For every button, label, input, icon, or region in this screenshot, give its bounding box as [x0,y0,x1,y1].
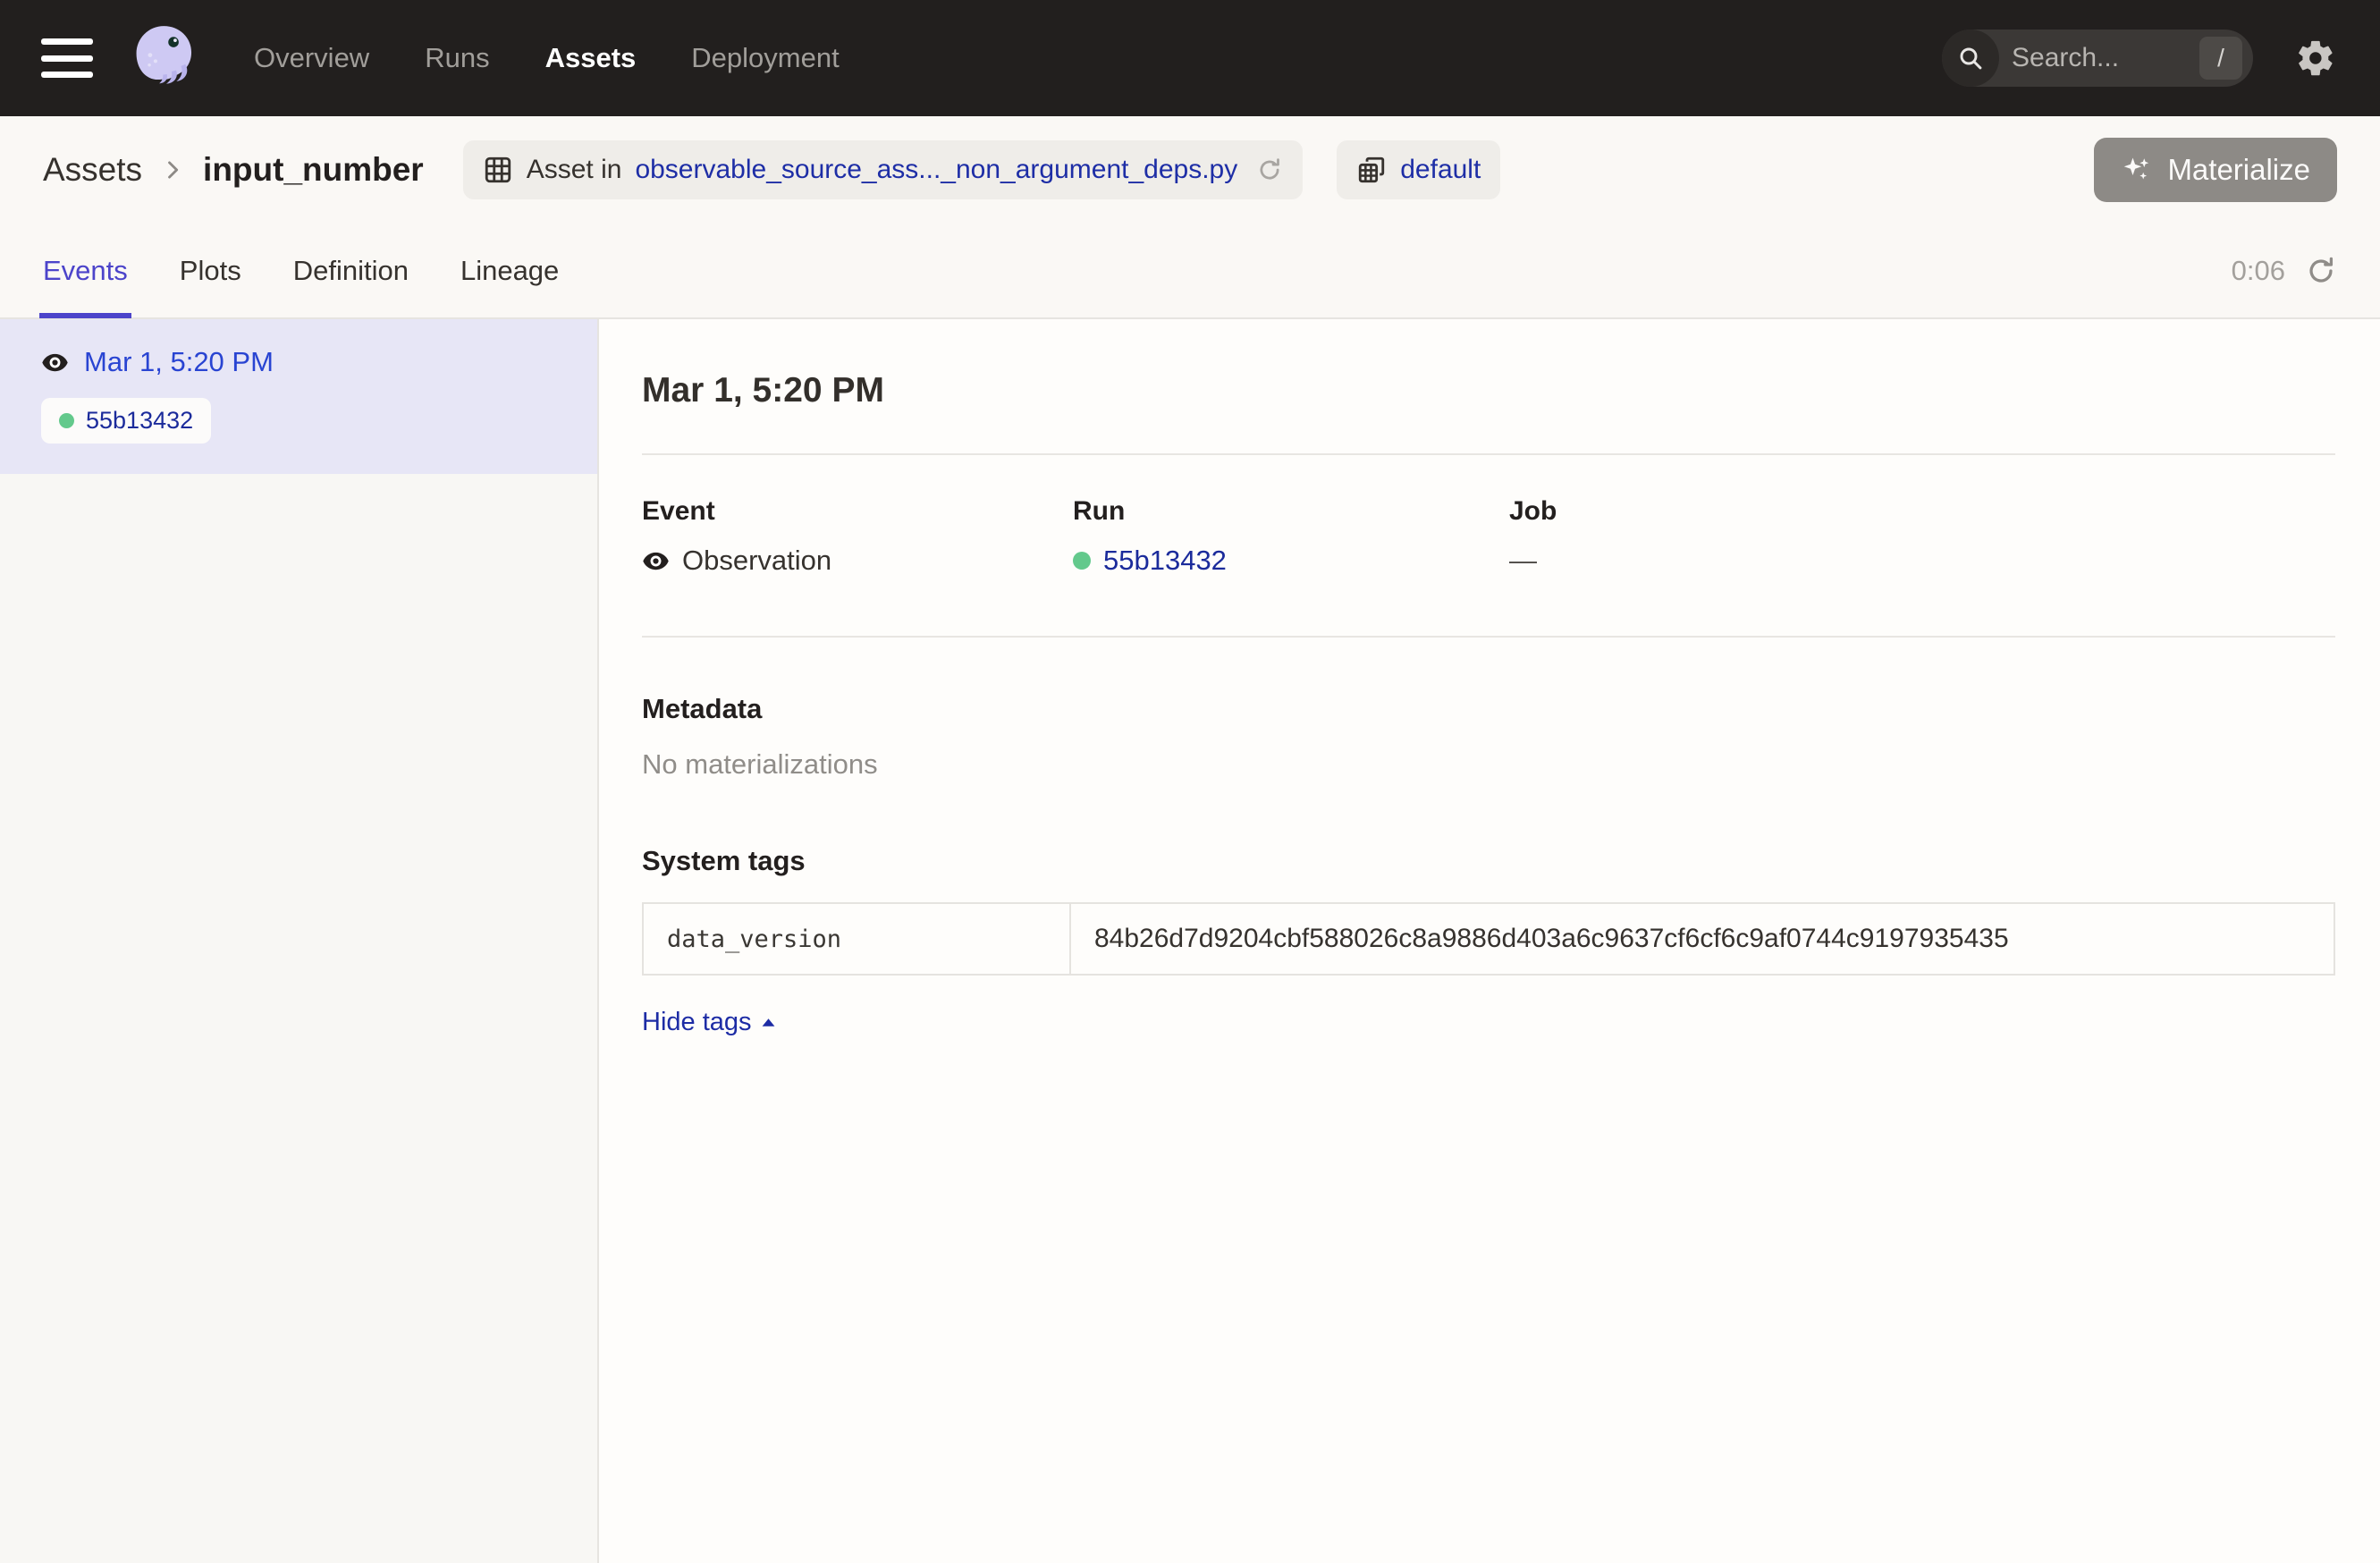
dagster-octopus-logo[interactable] [129,21,202,95]
run-success-dot [59,413,74,428]
asset-in-label: Asset in [527,155,622,185]
run-column: Run 55b13432 [1073,496,1509,577]
repo-copies-icon [1356,155,1387,185]
nav-item-deployment[interactable]: Deployment [691,42,839,74]
run-id-link[interactable]: 55b13432 [86,407,193,435]
event-detail-panel: Mar 1, 5:20 PM Event Observation Run 55b… [599,319,2380,1563]
sparkles-icon [2121,154,2153,186]
observation-eye-icon [41,349,69,376]
hide-tags-link[interactable]: Hide tags [642,1008,776,1037]
metadata-empty-text: No materializations [642,748,2335,781]
nav-item-overview[interactable]: Overview [254,42,369,74]
job-column-header: Job [1509,496,2335,527]
event-list-sidebar: Mar 1, 5:20 PM 55b13432 [0,319,599,1563]
hide-tags-label: Hide tags [642,1008,752,1037]
asset-tabs: Events Plots Definition Lineage 0:06 [0,224,2380,319]
nav-item-runs[interactable]: Runs [425,42,489,74]
divider [642,453,2335,455]
observation-eye-icon [642,547,670,575]
caret-up-icon [761,1018,776,1027]
asset-name-title: input_number [203,151,424,189]
event-type-value: Observation [682,545,831,577]
refresh-countdown: 0:06 [2232,255,2285,287]
divider [642,636,2335,638]
chevron-right-icon [160,157,185,182]
materialize-label: Materialize [2167,153,2310,187]
metadata-heading: Metadata [642,693,2335,725]
tag-key-cell: data_version [644,904,1071,974]
tag-value-cell: 84b26d7d9204cbf588026c8a9886d403a6c9637c… [1071,904,2334,974]
search-icon [1942,30,1999,87]
run-id-link[interactable]: 55b13432 [1103,545,1227,577]
code-location-pill[interactable]: default [1337,140,1500,199]
refresh-icon[interactable] [2305,255,2337,287]
table-grid-icon [483,155,513,185]
asset-header: Assets input_number Asset in observable_… [0,116,2380,224]
code-location-link[interactable]: default [1400,155,1481,185]
tab-definition[interactable]: Definition [293,223,409,318]
global-search[interactable]: / [1942,30,2253,87]
event-column-header: Event [642,496,1073,527]
hamburger-menu-icon[interactable] [41,38,93,78]
tab-lineage[interactable]: Lineage [460,223,559,318]
event-timestamp-link[interactable]: Mar 1, 5:20 PM [84,346,274,378]
asset-definition-file-link[interactable]: observable_source_ass..._non_argument_de… [635,155,1237,185]
search-input[interactable] [1999,43,2199,73]
run-column-header: Run [1073,496,1509,527]
run-tag-pill[interactable]: 55b13432 [41,398,211,444]
nav-item-assets[interactable]: Assets [545,42,637,74]
asset-location-pill: Asset in observable_source_ass..._non_ar… [463,140,1304,199]
settings-gear-icon[interactable] [2292,35,2339,81]
event-detail-grid: Event Observation Run 55b13432 Job — [642,496,2335,577]
breadcrumb-assets-link[interactable]: Assets [43,151,142,189]
job-column: Job — [1509,496,2335,577]
job-empty-value: — [1509,545,1537,577]
system-tags-table: data_version 84b26d7d9204cbf588026c8a988… [642,902,2335,976]
system-tags-heading: System tags [642,845,2335,877]
materialize-button[interactable]: Materialize [2094,138,2337,202]
event-column: Event Observation [642,496,1073,577]
reload-definition-icon[interactable] [1256,156,1283,183]
run-success-dot [1073,552,1091,570]
tab-events[interactable]: Events [43,223,128,318]
top-navigation-bar: Overview Runs Assets Deployment / [0,0,2380,116]
tab-plots[interactable]: Plots [180,223,241,318]
primary-nav: Overview Runs Assets Deployment [254,42,840,74]
event-list-item-selected[interactable]: Mar 1, 5:20 PM 55b13432 [0,319,597,474]
event-detail-title: Mar 1, 5:20 PM [642,371,2335,410]
search-shortcut-badge: / [2199,37,2242,80]
